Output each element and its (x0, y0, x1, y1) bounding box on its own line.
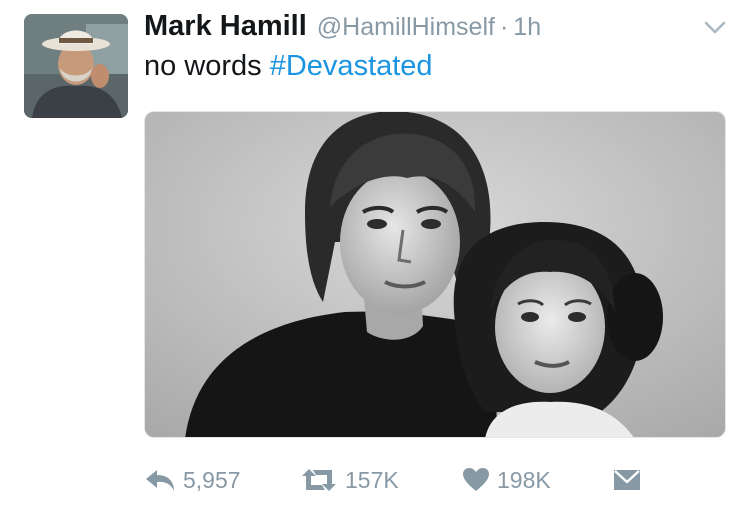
tweet-actions: 5,957 157K 198K (144, 460, 664, 500)
tweet-text: no words #Devastated (144, 50, 433, 83)
heart-icon (462, 467, 490, 493)
like-button[interactable]: 198K (462, 460, 551, 500)
author-name[interactable]: Mark Hamill (144, 10, 307, 43)
retweet-count: 157K (345, 466, 399, 493)
separator-dot: · (499, 13, 509, 41)
reply-icon (144, 467, 176, 493)
reply-count: 5,957 (183, 466, 241, 493)
tweet-image[interactable] (144, 111, 726, 438)
hashtag-link[interactable]: #Devastated (270, 50, 433, 82)
direct-message-button[interactable] (612, 460, 642, 500)
tweet-card: Mark Hamill @HamillHimself · 1h no words… (0, 0, 750, 505)
author-handle[interactable]: @HamillHimself (317, 13, 495, 42)
retweet-button[interactable]: 157K (300, 460, 399, 500)
chevron-down-icon[interactable] (703, 20, 727, 36)
reply-button[interactable]: 5,957 (144, 460, 241, 500)
retweet-icon (300, 467, 338, 493)
avatar[interactable] (24, 14, 128, 118)
tweet-header: Mark Hamill @HamillHimself · 1h (144, 10, 541, 50)
tweet-text-plain: no words (144, 50, 270, 82)
timestamp[interactable]: 1h (513, 13, 541, 42)
like-count: 198K (497, 466, 551, 493)
envelope-icon (612, 467, 642, 493)
